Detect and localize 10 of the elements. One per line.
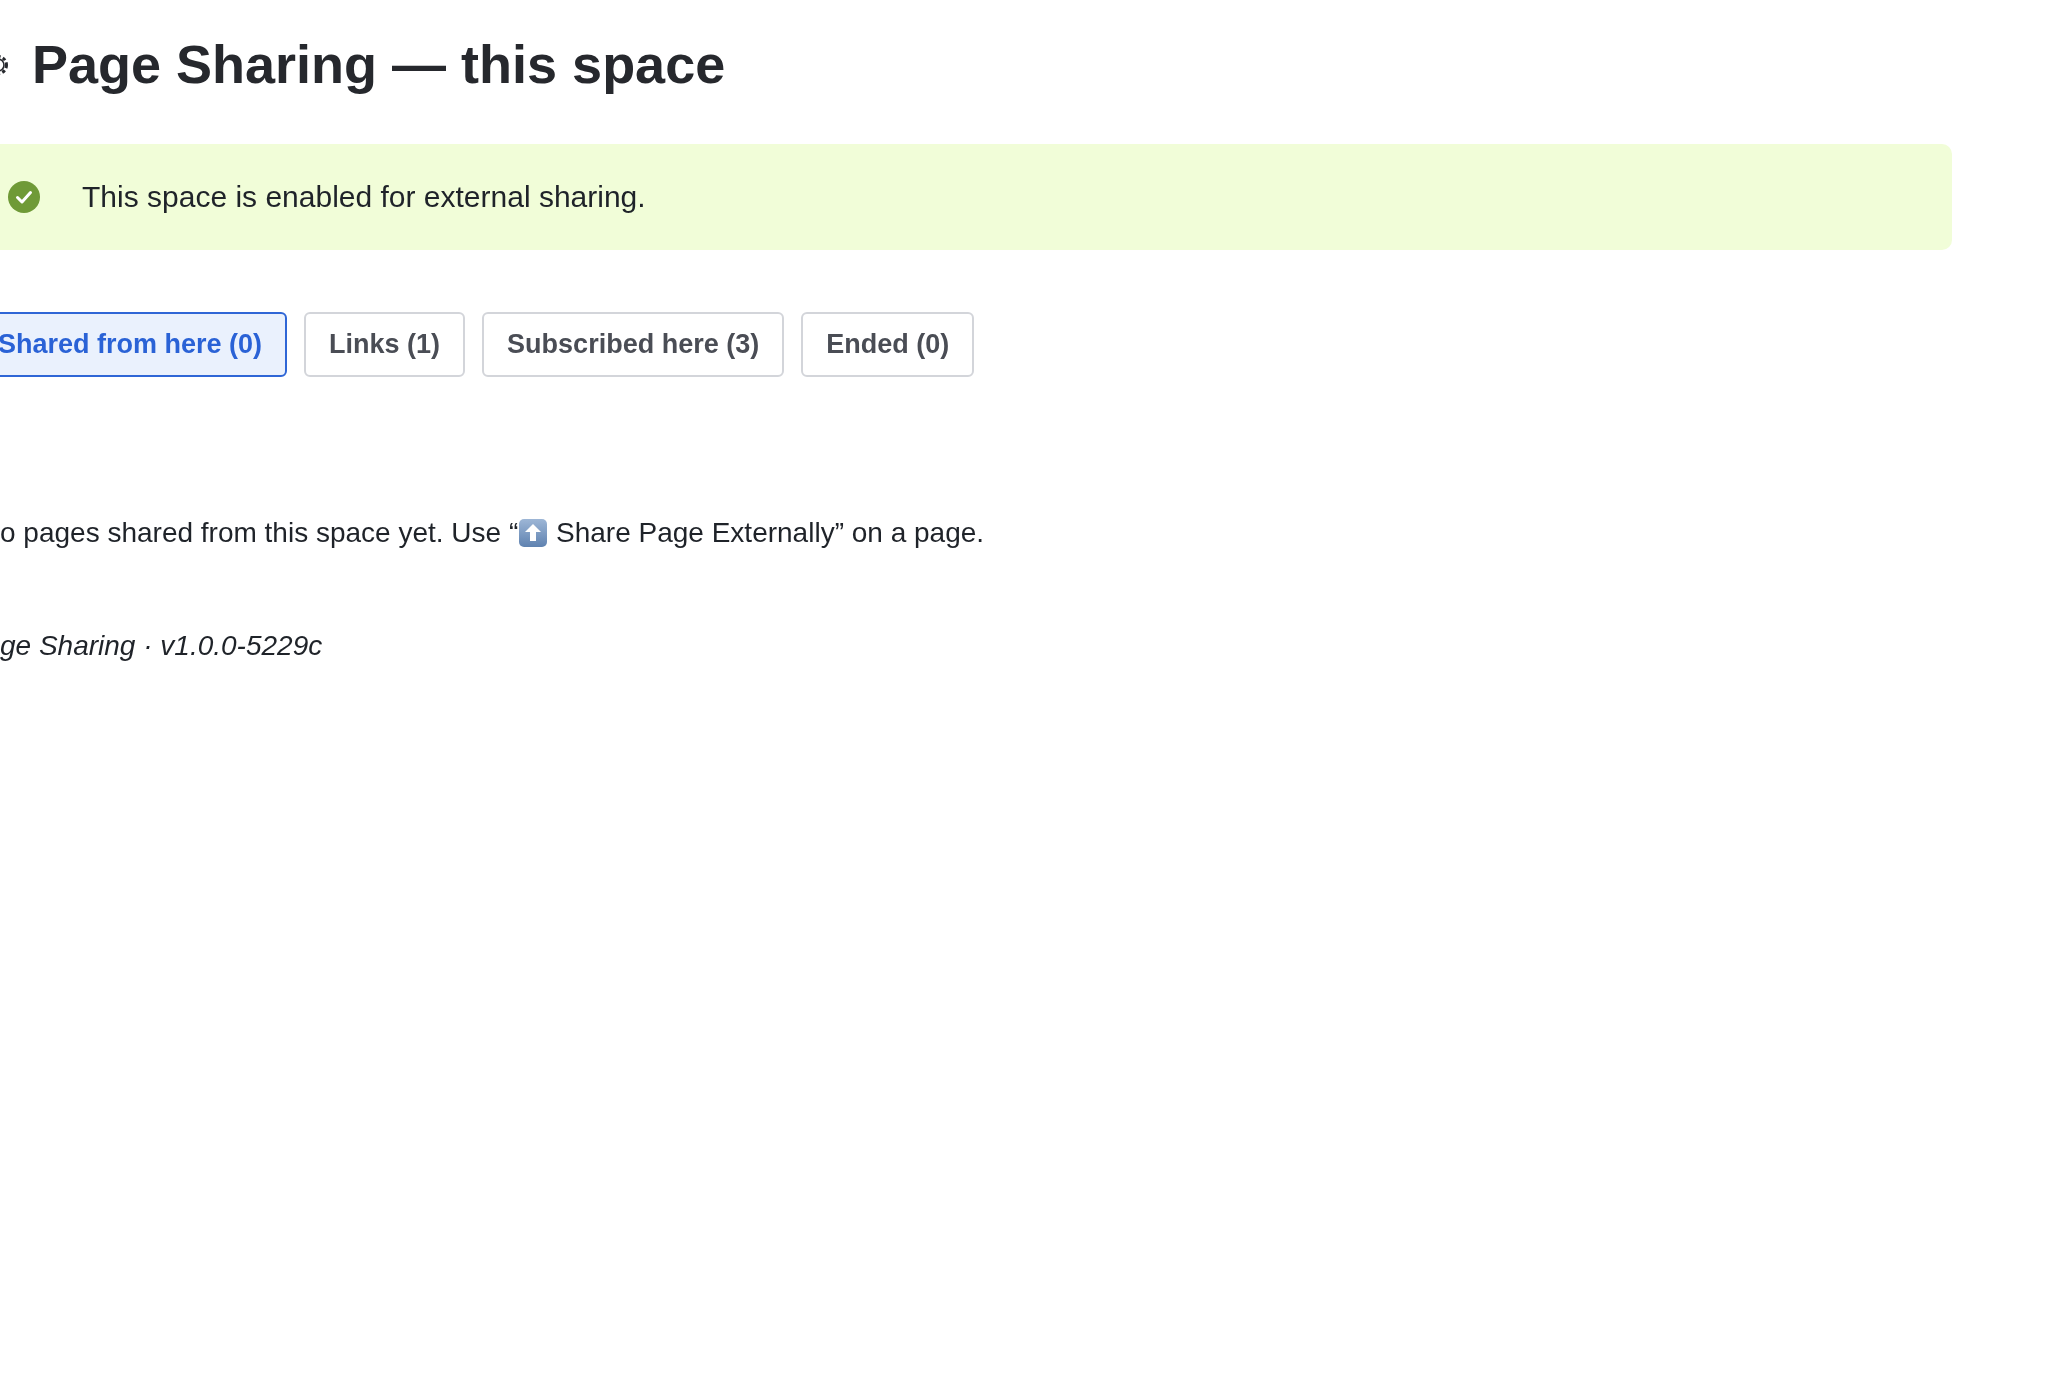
check-circle-icon: [8, 181, 40, 213]
gear-icon: [0, 53, 10, 76]
tab[interactable]: Subscribed here (3): [482, 312, 785, 377]
tab[interactable]: Ended (0): [801, 312, 975, 377]
empty-state-text: Share Page Externally” on a page.: [555, 516, 985, 550]
version-footer: ge Sharing · v1.0.0-5229c: [0, 629, 2056, 663]
notice-text: This space is enabled for external sharing.: [82, 179, 646, 215]
empty-state-text: o pages shared from this space yet. Use “: [0, 516, 519, 550]
tab[interactable]: Links (1): [304, 312, 466, 377]
page-title: Page Sharing — this space: [32, 33, 726, 96]
